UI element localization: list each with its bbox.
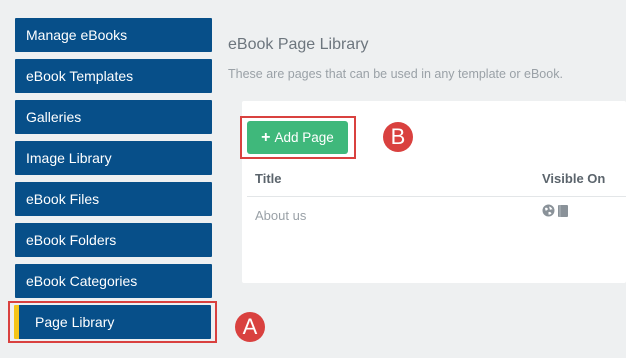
sidebar-item-manage-ebooks[interactable]: Manage eBooks: [15, 18, 212, 52]
page: Manage eBooks eBook Templates Galleries …: [0, 0, 626, 358]
row-title[interactable]: About us: [255, 208, 306, 223]
sidebar-item-ebook-folders[interactable]: eBook Folders: [15, 223, 212, 257]
annotation-marker-a: A: [235, 312, 265, 342]
sidebar-item-galleries[interactable]: Galleries: [15, 100, 212, 134]
annotation-box-b: [240, 116, 356, 159]
sidebar-item-ebook-categories[interactable]: eBook Categories: [15, 264, 212, 298]
table-header-divider: [247, 196, 626, 197]
sidebar-item-ebook-templates[interactable]: eBook Templates: [15, 59, 212, 93]
globe-icon: [542, 204, 555, 222]
annotation-marker-b: B: [383, 122, 413, 152]
page-subtitle: These are pages that can be used in any …: [228, 67, 563, 81]
page-title: eBook Page Library: [228, 36, 369, 53]
annotation-box-a: [8, 301, 217, 343]
column-header-visible-on[interactable]: Visible On: [542, 171, 605, 186]
column-header-title[interactable]: Title: [255, 171, 282, 186]
sidebar-item-image-library[interactable]: Image Library: [15, 141, 212, 175]
sidebar-item-ebook-files[interactable]: eBook Files: [15, 182, 212, 216]
book-icon: [557, 204, 569, 223]
row-visible-on: [542, 204, 569, 223]
